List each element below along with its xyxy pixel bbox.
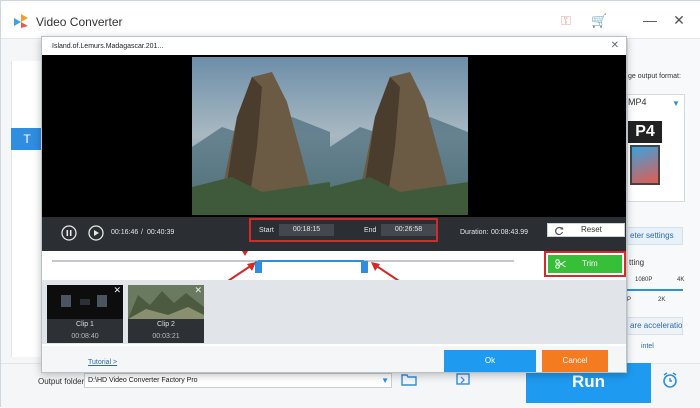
clip-duration: 00:08:40 bbox=[71, 333, 99, 340]
video-frame-right bbox=[330, 57, 468, 215]
res-2k-label: 2K bbox=[658, 297, 666, 303]
reset-button[interactable]: Reset bbox=[547, 223, 625, 237]
browse-folder-icon[interactable] bbox=[455, 372, 471, 386]
pause-icon[interactable] bbox=[61, 225, 77, 241]
clip-item[interactable]: ✕ Clip 1 00:08:40 bbox=[47, 285, 123, 343]
chevron-down-icon[interactable]: ▼ bbox=[381, 374, 389, 387]
duration-label: Duration: bbox=[460, 229, 489, 236]
scissors-icon bbox=[555, 259, 566, 269]
format-selected: MP4 bbox=[628, 97, 647, 107]
play-next-icon[interactable] bbox=[88, 225, 104, 241]
video-frame-left bbox=[192, 57, 330, 215]
trim-dialog: Island.of.Lemurs.Madagascar.201... ✕ 00:… bbox=[41, 36, 627, 373]
remove-clip-icon[interactable]: ✕ bbox=[194, 285, 202, 296]
hardware-acceleration-label: are acceleration bbox=[627, 317, 683, 335]
output-format-selector[interactable]: MP4 ▼ P4 bbox=[627, 94, 685, 202]
dialog-footer bbox=[42, 346, 626, 372]
mp4-format-icon bbox=[630, 145, 660, 185]
res-1080p-label: 1080P bbox=[635, 277, 653, 283]
start-time-input[interactable]: 00:18:15 bbox=[279, 224, 334, 236]
open-folder-icon[interactable] bbox=[401, 372, 417, 386]
close-window-button[interactable]: ✕ bbox=[670, 11, 688, 29]
cancel-button[interactable]: Cancel bbox=[542, 350, 608, 372]
reset-icon bbox=[555, 226, 564, 236]
parameter-settings-button[interactable]: eter settings bbox=[627, 227, 683, 245]
trim-label: Trim bbox=[582, 259, 598, 268]
clip-thumbnail bbox=[47, 285, 123, 319]
duration-value: 00:08:43.99 bbox=[491, 229, 528, 236]
left-panel bbox=[11, 61, 43, 357]
clip-name: Clip 2 bbox=[157, 321, 175, 328]
clip-duration: 00:03:21 bbox=[152, 333, 180, 340]
close-icon[interactable]: ✕ bbox=[611, 40, 619, 51]
alarm-clock-icon[interactable] bbox=[661, 371, 679, 389]
trim-highlight-box: Trim bbox=[544, 251, 626, 277]
output-folder-input[interactable]: D:\HD Video Converter Factory Pro ▼ bbox=[84, 373, 392, 388]
key-icon[interactable]: ⚿ bbox=[558, 13, 574, 29]
setting-label: tting bbox=[629, 258, 645, 267]
time-separator: / bbox=[141, 229, 143, 236]
res-p-label: P bbox=[627, 297, 632, 303]
quality-slider[interactable] bbox=[627, 289, 683, 291]
start-label: Start bbox=[259, 227, 274, 234]
clip-item[interactable]: ✕ Clip 2 00:03:21 bbox=[128, 285, 204, 343]
mp4-format-label: P4 bbox=[628, 121, 662, 143]
current-time: 00:16:46 bbox=[111, 229, 139, 236]
left-tab[interactable]: T bbox=[11, 128, 43, 150]
chevron-down-icon: ▼ bbox=[672, 99, 680, 108]
tutorial-link[interactable]: Tutorial > bbox=[88, 359, 117, 366]
remove-clip-icon[interactable]: ✕ bbox=[113, 285, 121, 296]
ok-button[interactable]: Ok bbox=[444, 350, 536, 372]
cart-icon[interactable]: 🛒 bbox=[591, 13, 607, 29]
output-folder-label: Output folder: bbox=[38, 377, 87, 386]
app-window: Video Converter ⚿ 🛒 — ✕ T ge output form… bbox=[0, 0, 700, 408]
title-bar: Video Converter ⚿ 🛒 — ✕ bbox=[1, 1, 700, 39]
clips-list: ✕ Clip 1 00:08:40 ✕ Clip 2 00:03:21 bbox=[42, 280, 626, 344]
clip-thumbnail bbox=[128, 285, 204, 319]
dialog-title: Island.of.Lemurs.Madagascar.201... bbox=[52, 43, 164, 50]
app-title: Video Converter bbox=[36, 15, 123, 29]
intel-label[interactable]: intel bbox=[641, 343, 654, 350]
format-heading: ge output format: bbox=[628, 73, 681, 80]
end-label: End bbox=[364, 227, 377, 234]
clip-name: Clip 1 bbox=[76, 321, 94, 328]
total-time: 00:40:39 bbox=[147, 229, 175, 236]
output-folder-value: D:\HD Video Converter Factory Pro bbox=[88, 377, 198, 384]
reset-label: Reset bbox=[581, 225, 602, 234]
res-4k-label: 4K bbox=[677, 277, 685, 283]
playhead-marker[interactable] bbox=[242, 251, 248, 256]
end-time-input[interactable]: 00:26:58 bbox=[381, 224, 436, 236]
selected-range bbox=[258, 260, 364, 262]
minimize-button[interactable]: — bbox=[641, 11, 659, 29]
start-end-box: Start 00:18:15 End 00:26:58 bbox=[249, 218, 438, 242]
trim-button[interactable]: Trim bbox=[548, 255, 622, 273]
app-logo-icon bbox=[14, 14, 28, 28]
